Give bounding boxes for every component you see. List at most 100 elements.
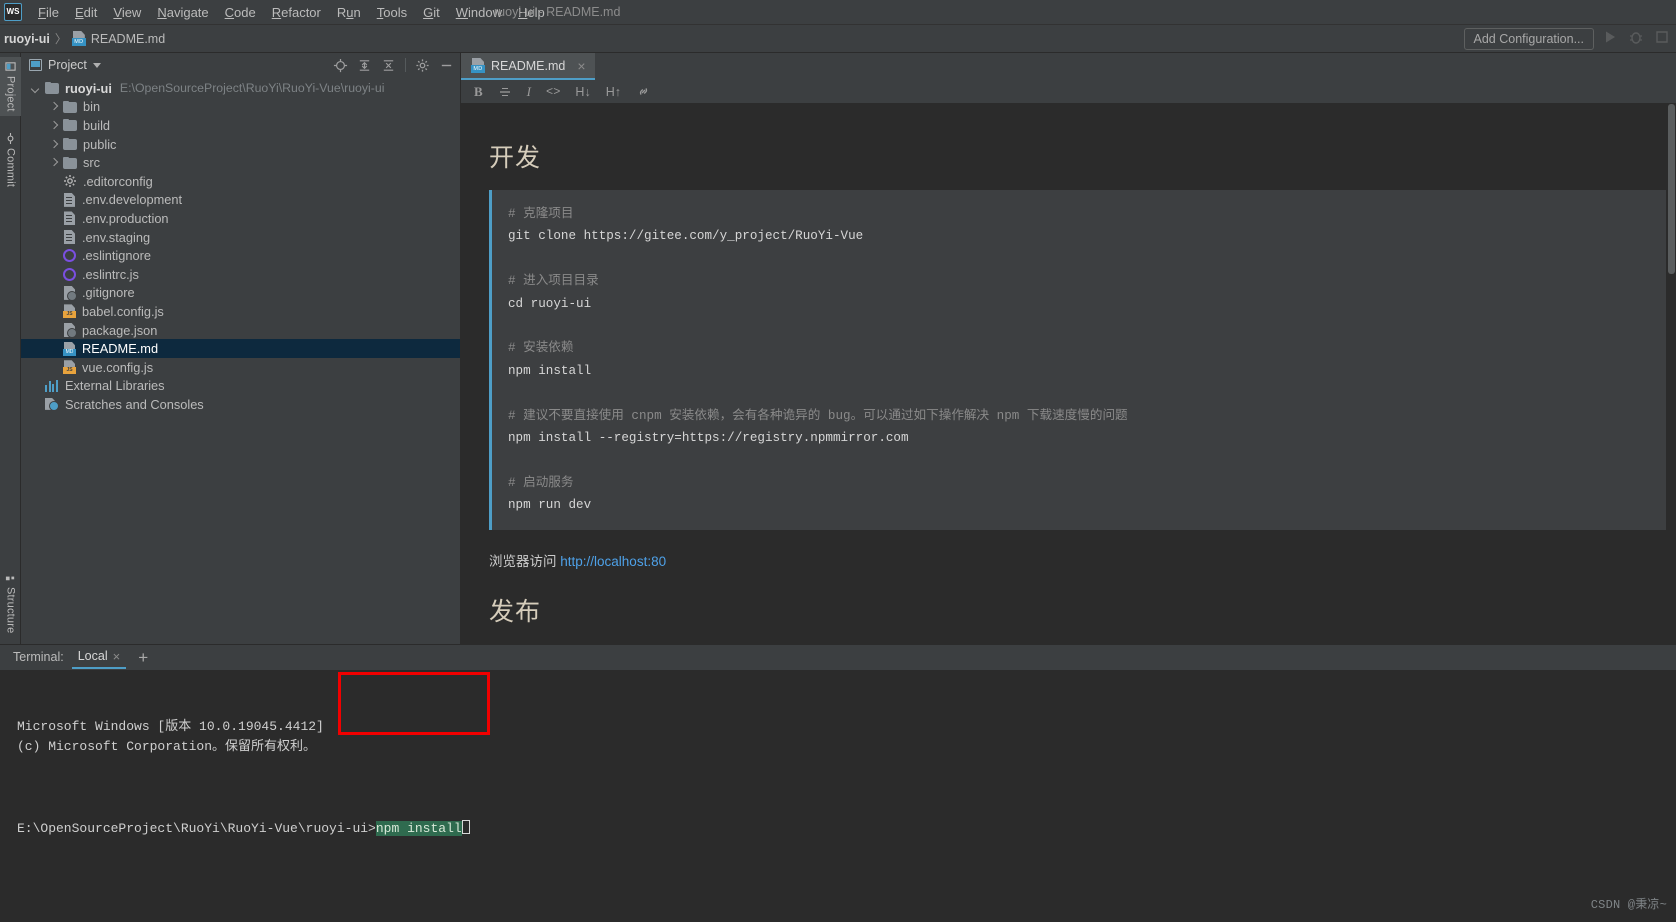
- editor-tab-readme[interactable]: README.md ×: [461, 53, 595, 80]
- menu-item-edit[interactable]: Edit: [67, 2, 105, 23]
- heading-up-icon[interactable]: H↑: [606, 85, 621, 99]
- tree-node-scratches-and-consoles[interactable]: Scratches and Consoles: [21, 395, 460, 414]
- strikethrough-icon[interactable]: [498, 85, 512, 99]
- tree-node-label: bin: [83, 99, 101, 115]
- markdown-preview[interactable]: 开发 # 克隆项目 git clone https://gitee.com/y_…: [461, 104, 1676, 644]
- tree-node-src[interactable]: src: [21, 153, 460, 172]
- menu-item-file[interactable]: File: [30, 2, 67, 23]
- tree-node-label: vue.config.js: [82, 359, 154, 375]
- editor-area: README.md × B I <> H↓ H↑ 开发: [461, 53, 1676, 644]
- tree-node-ruoyi-ui[interactable]: ruoyi-ui E:\OpenSourceProject\RuoYi\RuoYi…: [21, 79, 460, 98]
- library-icon: [45, 379, 59, 393]
- expand-all-icon[interactable]: [357, 58, 372, 73]
- menu-item-navigate[interactable]: Navigate: [149, 2, 216, 23]
- ignored-file-icon: [63, 323, 77, 339]
- locate-icon[interactable]: [333, 58, 348, 73]
- chevron-right-icon[interactable]: [49, 158, 58, 167]
- tree-node-gitignore[interactable]: .gitignore: [21, 284, 460, 303]
- breadcrumb-file-label: README.md: [90, 31, 166, 46]
- code-block-dev: # 克隆项目 git clone https://gitee.com/y_pro…: [489, 190, 1666, 530]
- tree-node-eslintrc-js[interactable]: .eslintrc.js: [21, 265, 460, 284]
- breadcrumb-file[interactable]: README.md: [71, 31, 166, 46]
- tree-node-label: package.json: [82, 322, 158, 338]
- project-panel-header: Project: [21, 53, 460, 77]
- settings-gear-icon[interactable]: [415, 58, 430, 73]
- menu-item-git[interactable]: Git: [415, 2, 448, 23]
- code-line: # 进入项目目录: [508, 274, 599, 289]
- italic-icon[interactable]: I: [527, 84, 531, 100]
- hide-icon[interactable]: [439, 58, 454, 73]
- chevron-right-icon[interactable]: [49, 121, 58, 130]
- tree-node-vue-config-js[interactable]: vue.config.js: [21, 358, 460, 377]
- code-line: npm run dev: [508, 498, 592, 513]
- tree-node-public[interactable]: public: [21, 135, 460, 154]
- folder-icon: [63, 119, 77, 132]
- markdown-paragraph: 浏览器访问 http://localhost:80: [489, 550, 1666, 570]
- close-icon[interactable]: ×: [113, 649, 121, 664]
- project-tree[interactable]: ruoyi-ui E:\OpenSourceProject\RuoYi\RuoYi…: [21, 77, 460, 644]
- code-line: cd ruoyi-ui: [508, 296, 592, 311]
- structure-icon: [5, 576, 15, 581]
- run-icon[interactable]: [1602, 29, 1618, 45]
- add-terminal-tab-button[interactable]: +: [134, 649, 152, 666]
- heading-down-icon[interactable]: H↓: [575, 85, 590, 99]
- localhost-link[interactable]: http://localhost:80: [560, 554, 666, 569]
- code-icon[interactable]: <>: [546, 85, 560, 99]
- menu-item-refactor[interactable]: Refactor: [264, 2, 329, 23]
- tree-node-env-production[interactable]: .env.production: [21, 209, 460, 228]
- tree-node-package-json[interactable]: package.json: [21, 321, 460, 340]
- editor-scrollbar[interactable]: [1667, 104, 1676, 644]
- code-line: npm install: [508, 363, 592, 378]
- app-logo-icon: WS: [4, 3, 22, 21]
- window-title: ruoyi-ui - README.md: [494, 5, 621, 19]
- terminal-tab-local[interactable]: Local ×: [71, 645, 127, 670]
- bold-icon[interactable]: B: [474, 84, 483, 100]
- menu-item-code[interactable]: Code: [217, 2, 264, 23]
- tree-node-bin[interactable]: bin: [21, 98, 460, 117]
- eslint-icon: [63, 249, 76, 263]
- tree-node-env-development[interactable]: .env.development: [21, 191, 460, 210]
- chevron-down-icon[interactable]: [92, 62, 101, 68]
- menu-item-view[interactable]: View: [105, 2, 149, 23]
- tree-node-env-staging[interactable]: .env.staging: [21, 228, 460, 247]
- code-line: # 启动服务: [508, 475, 574, 490]
- rail-button-commit[interactable]: Commit: [0, 129, 21, 191]
- collapse-all-icon[interactable]: [381, 58, 396, 73]
- close-icon[interactable]: ×: [577, 59, 585, 73]
- project-panel-title-group[interactable]: Project: [29, 58, 101, 72]
- paragraph-text: 浏览器访问: [489, 553, 561, 569]
- rail-button-structure[interactable]: Structure: [0, 568, 21, 637]
- terminal-header: Terminal: Local × +: [0, 643, 1676, 670]
- tree-node-external-libraries[interactable]: External Libraries: [21, 377, 460, 396]
- chevron-right-icon[interactable]: [49, 140, 58, 149]
- code-line: # 克隆项目: [508, 207, 574, 221]
- markdown-heading-1: 开发: [489, 145, 542, 172]
- breadcrumb-project[interactable]: ruoyi-ui: [0, 32, 50, 46]
- tree-node-build[interactable]: build: [21, 116, 460, 135]
- chevron-down-icon[interactable]: [31, 84, 40, 93]
- add-configuration-button[interactable]: Add Configuration...: [1463, 28, 1594, 50]
- tree-node-eslintignore[interactable]: .eslintignore: [21, 246, 460, 265]
- tree-node-babel-config-js[interactable]: babel.config.js: [21, 302, 460, 321]
- terminal-output[interactable]: Microsoft Windows [版本 10.0.19045.4412] (c…: [0, 669, 1676, 922]
- tree-node-label: .editorconfig: [83, 173, 153, 189]
- editor-scrollbar-thumb[interactable]: [1668, 104, 1675, 274]
- code-line: # 建议不要直接使用 cnpm 安装依赖，会有各种诡异的 bug。可以通过如下操…: [508, 408, 1128, 423]
- stop-icon[interactable]: [1654, 29, 1670, 45]
- tree-node-label: .gitignore: [82, 285, 135, 301]
- tree-node-readme-md[interactable]: README.md: [21, 339, 460, 358]
- rail-button-project[interactable]: Project: [0, 57, 21, 116]
- tree-node-label: External Libraries: [65, 378, 165, 394]
- link-icon[interactable]: [636, 84, 651, 99]
- menu-item-tools[interactable]: Tools: [369, 2, 415, 23]
- terminal-line: (c) Microsoft Corporation。保留所有权利。: [17, 739, 317, 755]
- menu-item-run[interactable]: Run: [329, 2, 369, 23]
- chevron-right-icon[interactable]: [49, 102, 58, 111]
- terminal-line: Microsoft Windows [版本 10.0.19045.4412]: [17, 718, 324, 734]
- terminal-prompt-line: E:\OpenSourceProject\RuoYi\RuoYi-Vue\ruo…: [17, 819, 1676, 840]
- markdown-heading-2: 发布: [489, 598, 542, 626]
- tree-node-editorconfig[interactable]: .editorconfig: [21, 172, 460, 191]
- debug-icon[interactable]: [1628, 29, 1644, 45]
